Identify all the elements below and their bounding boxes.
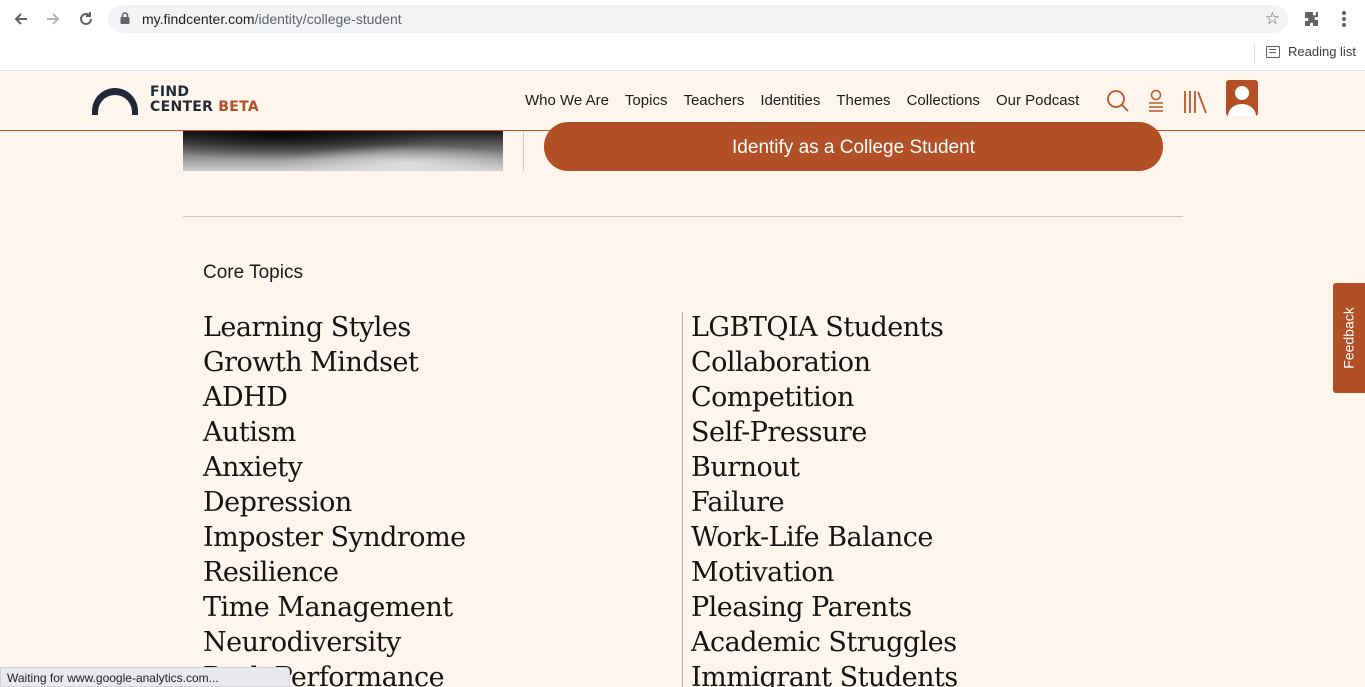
logo-text: FIND CENTER BETA	[150, 85, 259, 115]
bookmark-star-icon[interactable]: ☆	[1265, 9, 1280, 29]
nav-identities[interactable]: Identities	[760, 92, 820, 109]
topic-link[interactable]: Pleasing Parents	[691, 590, 958, 625]
topic-link[interactable]: Anxiety	[203, 450, 466, 485]
search-icon[interactable]	[1106, 89, 1130, 113]
topic-link[interactable]: Motivation	[691, 555, 958, 590]
findcenter-logo[interactable]: FIND CENTER BETA	[88, 85, 259, 115]
nav-who-we-are[interactable]: Who We Are	[525, 92, 609, 109]
topic-link[interactable]: Failure	[691, 485, 958, 520]
reading-list-label: Reading list	[1288, 44, 1356, 59]
nav-teachers[interactable]: Teachers	[683, 92, 744, 109]
avatar-person-icon	[1228, 86, 1256, 116]
topic-link[interactable]: Academic Struggles	[691, 625, 958, 660]
logo-arc-icon	[92, 88, 138, 115]
back-arrow-icon[interactable]	[10, 8, 32, 30]
url-text: my.findcenter.com/identity/college-stude…	[142, 11, 402, 27]
topic-link[interactable]: Competition	[691, 380, 958, 415]
logo-line2: CENTER	[150, 99, 214, 115]
topic-link[interactable]: ADHD	[203, 380, 466, 415]
logo-line1: FIND	[150, 84, 190, 100]
topic-link[interactable]: Burnout	[691, 450, 958, 485]
topics-column-divider	[682, 312, 683, 687]
forward-arrow-icon[interactable]	[42, 8, 64, 30]
topic-link[interactable]: Autism	[203, 415, 466, 450]
browser-menu-icon[interactable]	[1336, 9, 1352, 29]
topics-left-column: Learning Styles Growth Mindset ADHD Auti…	[203, 310, 466, 687]
feedback-tab[interactable]: Feedback	[1333, 283, 1365, 393]
reload-icon[interactable]	[75, 8, 97, 30]
topic-link[interactable]: Collaboration	[691, 345, 958, 380]
identify-college-student-button[interactable]: Identify as a College Student	[544, 122, 1163, 171]
feedback-label: Feedback	[1341, 307, 1358, 369]
topic-link[interactable]: Time Management	[203, 590, 466, 625]
nav-collections[interactable]: Collections	[907, 92, 980, 109]
user-profile-icon[interactable]	[1146, 89, 1166, 115]
core-topics-heading: Core Topics	[203, 262, 303, 283]
bookmarks-bar: Reading list	[0, 38, 1365, 71]
topic-link[interactable]: Growth Mindset	[203, 345, 466, 380]
topic-link[interactable]: Resilience	[203, 555, 466, 590]
reading-list-button[interactable]: Reading list	[1266, 44, 1356, 59]
section-divider	[183, 216, 1183, 217]
browser-status-bar: Waiting for www.google-analytics.com...	[0, 667, 290, 687]
browser-toolbar: my.findcenter.com/identity/college-stude…	[0, 0, 1365, 38]
nav-themes[interactable]: Themes	[836, 92, 890, 109]
library-icon[interactable]	[1182, 89, 1208, 115]
topic-link[interactable]: LGBTQIA Students	[691, 310, 958, 345]
topic-link[interactable]: Imposter Syndrome	[203, 520, 466, 555]
topics-right-column: LGBTQIA Students Collaboration Competiti…	[691, 310, 958, 687]
main-nav: Who We Are Topics Teachers Identities Th…	[525, 92, 1079, 109]
topic-link[interactable]: Work-Life Balance	[691, 520, 958, 555]
nav-topics[interactable]: Topics	[625, 92, 668, 109]
extensions-puzzle-icon[interactable]	[1302, 9, 1322, 29]
topic-link[interactable]: Learning Styles	[203, 310, 466, 345]
address-bar[interactable]: my.findcenter.com/identity/college-stude…	[108, 5, 1288, 33]
bookmarks-separator	[1254, 44, 1255, 64]
lock-icon	[120, 12, 130, 24]
topic-link[interactable]: Depression	[203, 485, 466, 520]
topic-link[interactable]: Immigrant Students	[691, 660, 958, 687]
nav-our-podcast[interactable]: Our Podcast	[996, 92, 1079, 109]
avatar[interactable]	[1226, 80, 1258, 116]
reading-list-icon	[1266, 45, 1280, 58]
topic-link[interactable]: Self-Pressure	[691, 415, 958, 450]
hero-divider	[523, 131, 524, 171]
logo-beta: BETA	[218, 99, 259, 115]
topic-link[interactable]: Neurodiversity	[203, 625, 466, 660]
hero-image	[183, 131, 503, 171]
